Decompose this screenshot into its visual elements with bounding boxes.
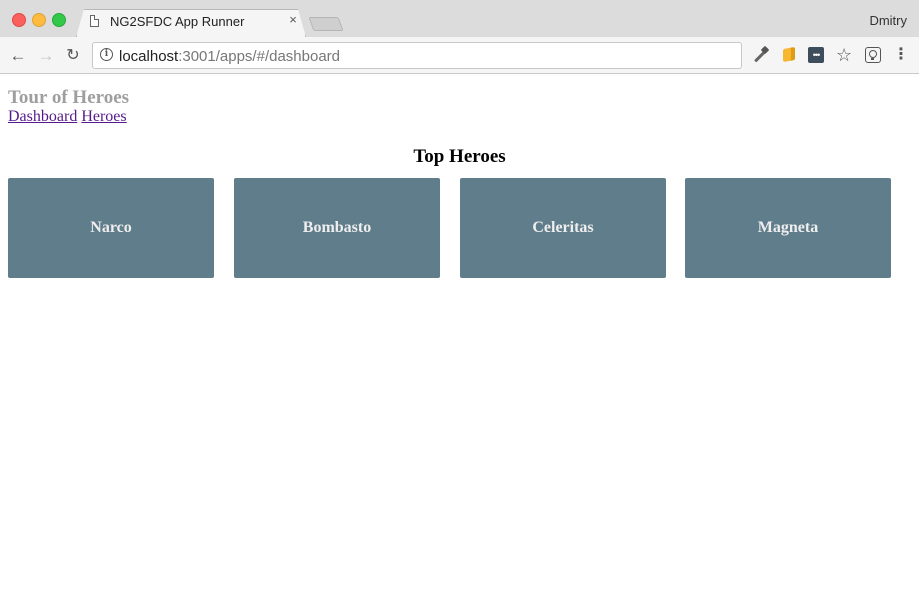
nav-link-dashboard[interactable]: Dashboard xyxy=(8,108,77,125)
profile-name[interactable]: Dmitry xyxy=(869,13,907,28)
browser-tab-strip: NG2SFDC App Runner × Dmitry xyxy=(0,0,919,37)
hero-name: Magneta xyxy=(757,219,819,236)
star-icon[interactable]: ☆ xyxy=(836,46,852,64)
browser-toolbar: ← → ↻ i localhost:3001/apps/#/dashboard … xyxy=(0,37,919,74)
url-host: localhost xyxy=(119,48,179,65)
maximize-window-icon[interactable] xyxy=(52,13,66,27)
hero-name: Bombasto xyxy=(302,219,372,236)
dots-extension-icon[interactable] xyxy=(808,47,824,63)
nav-link-heroes[interactable]: Heroes xyxy=(81,108,126,125)
page-content: Tour of Heroes Dashboard Heroes Top Hero… xyxy=(0,74,919,601)
hero-card-narco[interactable]: Narco xyxy=(8,178,214,278)
address-url[interactable]: localhost:3001/apps/#/dashboard xyxy=(119,48,340,65)
hero-card-celeritas[interactable]: Celeritas xyxy=(460,178,666,278)
url-path: :3001/apps/#/dashboard xyxy=(178,48,341,65)
section-title: Top Heroes xyxy=(413,146,506,167)
kebab-menu-icon[interactable]: ⋮ xyxy=(893,47,909,63)
lightbulb-extension-icon[interactable] xyxy=(865,47,881,63)
forward-arrow-icon[interactable]: → xyxy=(36,46,56,66)
reload-icon[interactable]: ↻ xyxy=(63,46,83,66)
main-nav: Dashboard Heroes xyxy=(8,108,127,126)
minimize-window-icon[interactable] xyxy=(32,13,46,27)
back-arrow-icon[interactable]: ← xyxy=(8,46,28,66)
document-icon xyxy=(90,15,99,27)
address-bar[interactable]: i localhost:3001/apps/#/dashboard xyxy=(92,42,742,69)
hero-name: Celeritas xyxy=(532,219,594,236)
tab-close-icon[interactable]: × xyxy=(287,13,299,27)
eyedropper-icon[interactable] xyxy=(753,47,769,63)
new-tab-button[interactable] xyxy=(308,17,344,31)
app-title: Tour of Heroes xyxy=(8,87,130,108)
tab-title: NG2SFDC App Runner xyxy=(110,14,245,29)
cube-extension-icon[interactable] xyxy=(781,47,797,63)
info-icon[interactable]: i xyxy=(100,48,113,61)
hero-card-bombasto[interactable]: Bombasto xyxy=(234,178,440,278)
close-window-icon[interactable] xyxy=(12,13,26,27)
hero-name: Narco xyxy=(90,219,132,236)
hero-card-magneta[interactable]: Magneta xyxy=(685,178,891,278)
